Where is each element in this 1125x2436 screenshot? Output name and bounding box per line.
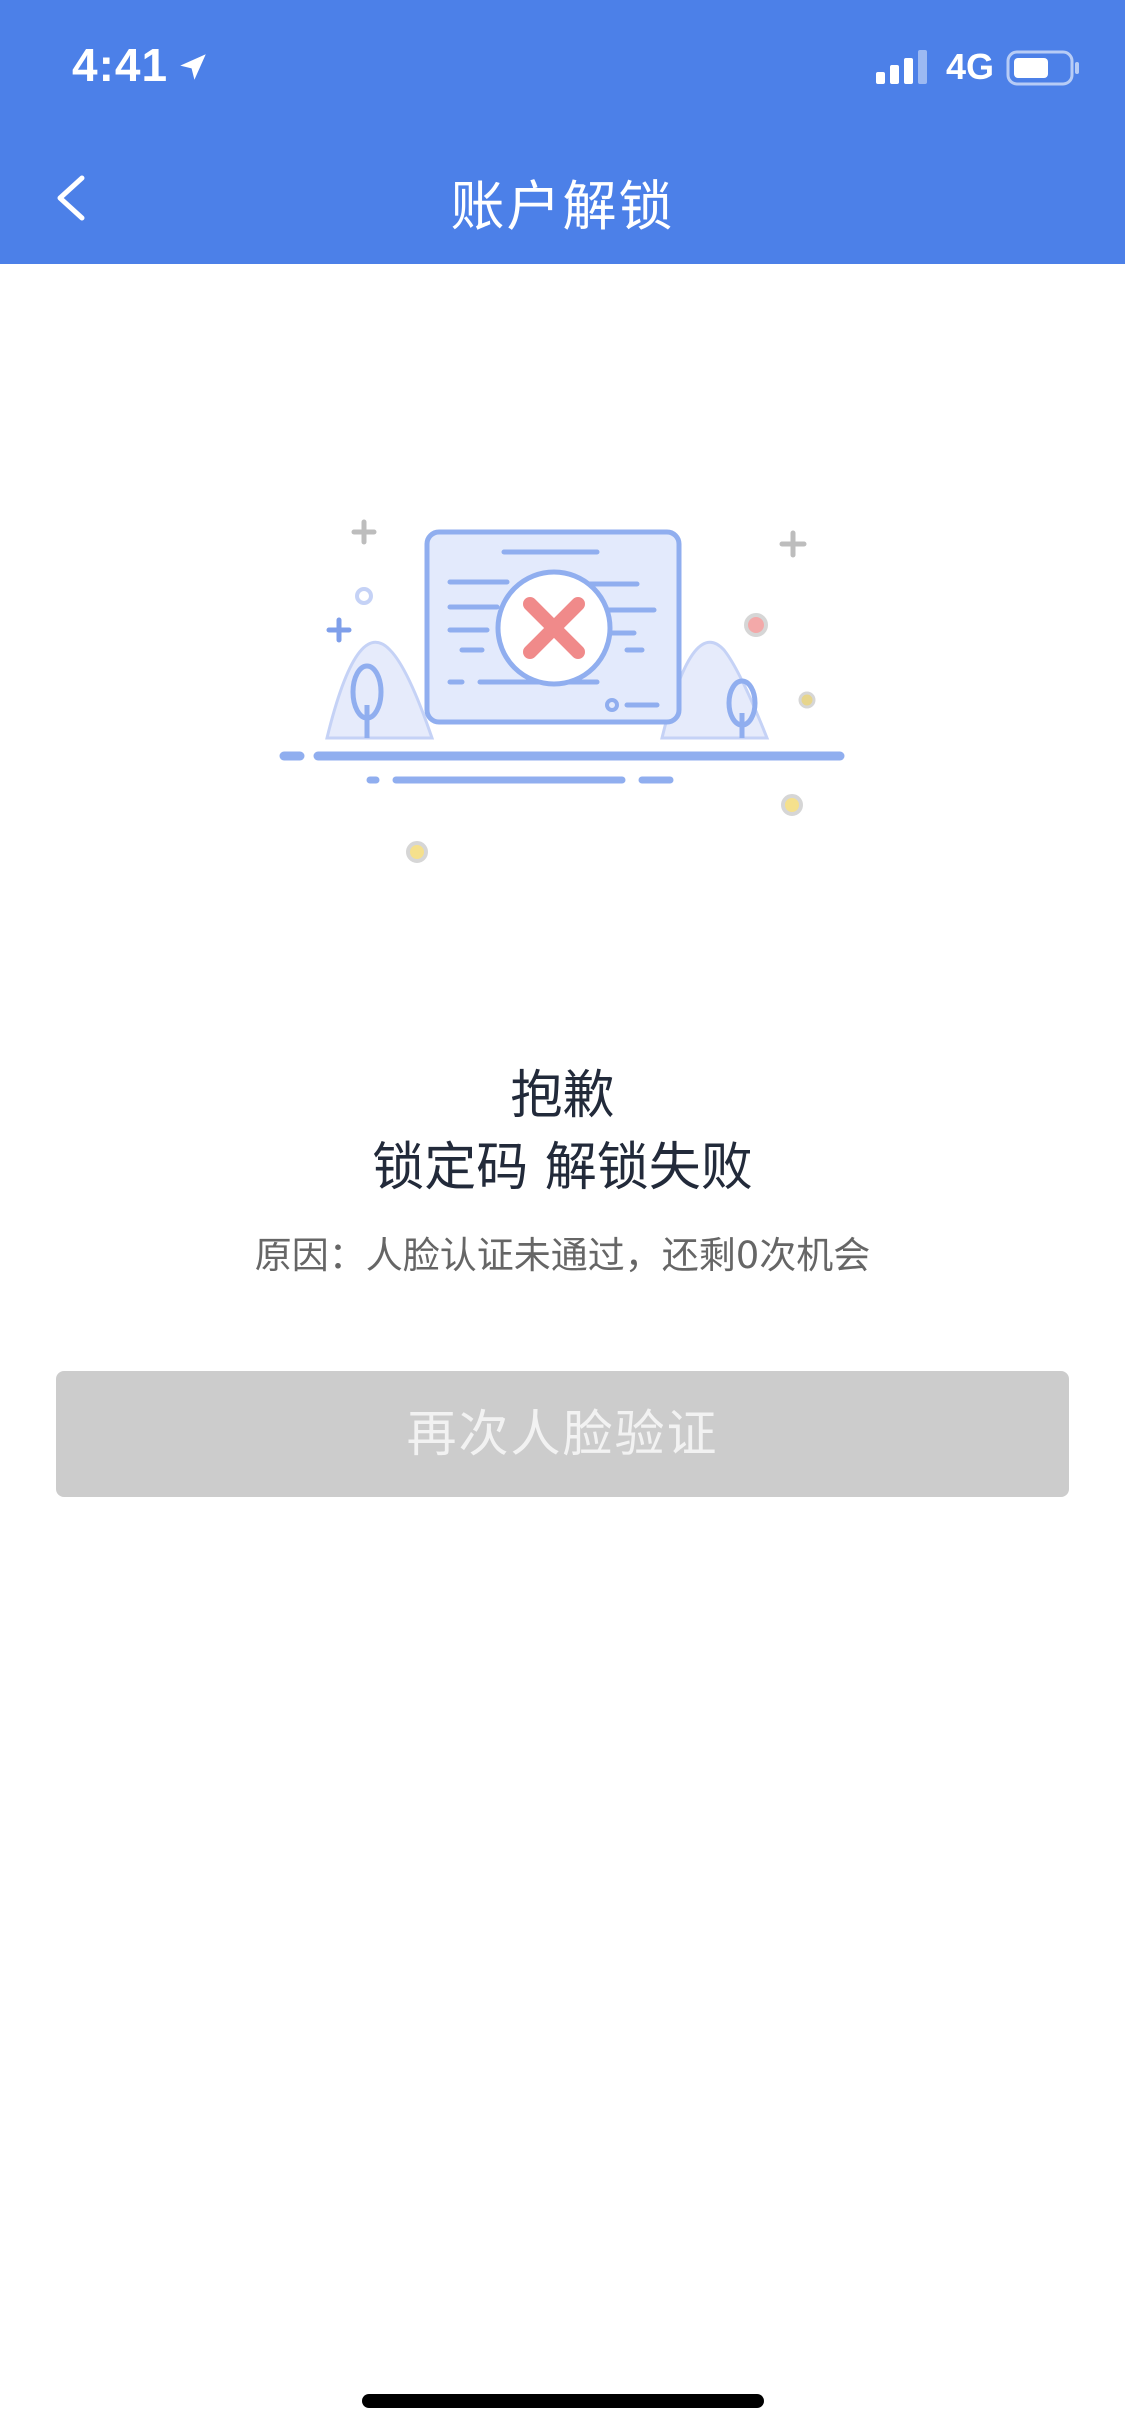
retry-face-verification-button[interactable]: 再次人脸验证 — [56, 1371, 1069, 1497]
page-title: 账户解锁 — [450, 175, 675, 238]
result-subtitle: 锁定码 解锁失败 — [372, 1138, 753, 1198]
result-message: 抱歉 锁定码 解锁失败 原因：人脸认证未通过，还剩0次机会 — [0, 1060, 1125, 1286]
status-bar: 4:41 4G — [0, 0, 1125, 132]
result-reason: 原因：人脸认证未通过，还剩0次机会 — [254, 1234, 871, 1277]
home-indicator — [362, 2394, 764, 2408]
network-label: 4G — [946, 46, 995, 87]
header: 4:41 4G 账户解锁 — [0, 0, 1125, 264]
result-title: 抱歉 — [510, 1066, 615, 1126]
location-arrow-icon — [180, 54, 206, 80]
signal-bars-icon — [876, 50, 927, 84]
status-time: 4:41 — [72, 39, 169, 91]
unlock-result-screen: 4:41 4G 账户解锁 抱歉 锁定码 解锁失败 原因：人脸认证未通过，还剩0次… — [0, 0, 1125, 2436]
error-x-icon — [495, 569, 613, 687]
unlock-failed-illustration — [279, 519, 845, 863]
battery-icon — [1006, 50, 1079, 86]
nav-bar: 账户解锁 — [0, 132, 1125, 264]
